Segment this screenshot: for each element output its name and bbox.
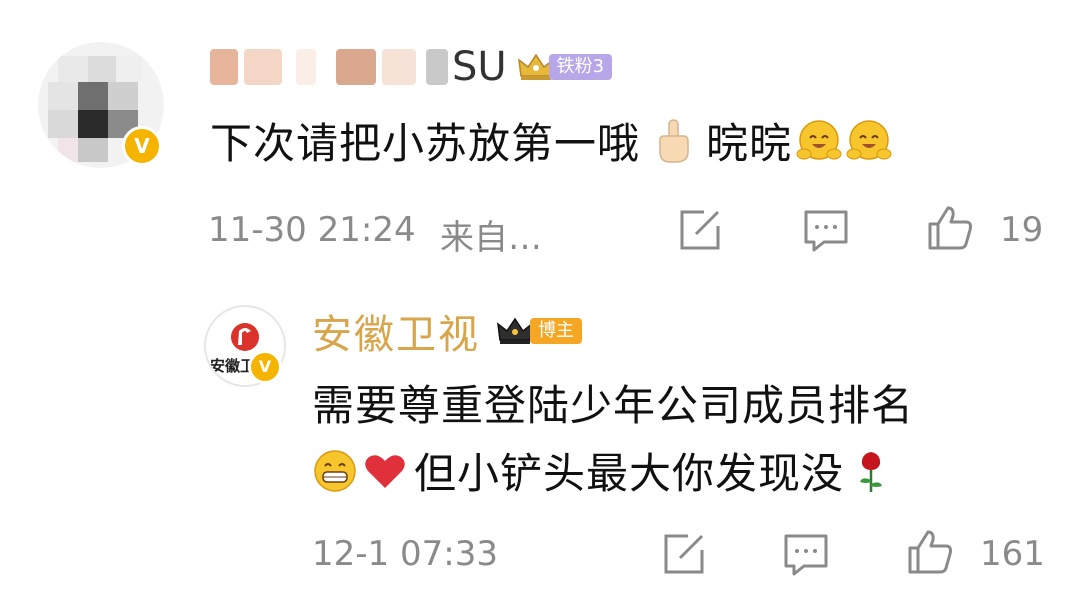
comment-icon[interactable] [802,206,850,254]
fan-badge[interactable]: 铁粉3 [517,52,613,82]
blogger-badge-label: 博主 [530,318,582,344]
reply-text-line2: 但小铲头最大你发现没 [414,449,845,498]
reply-like-count: 161 [980,534,1045,574]
thumbs-up-icon[interactable] [906,528,954,576]
hugging-face-icon [846,119,892,160]
comment-icon[interactable] [782,530,830,578]
fan-badge-label: 铁粉3 [548,54,613,80]
comment-text-suffix: 晥晥 [706,119,793,168]
reply-text-line1: 需要尊重登陆少年公司成员排名 [312,381,915,430]
commenter-name[interactable]: SU 铁粉3 [210,42,613,92]
grinning-face-icon [314,449,356,492]
repost-icon[interactable] [660,530,708,578]
reply-user[interactable]: 安徽卫视 博主 [312,303,582,359]
rose-icon [860,451,883,492]
reply-user-name[interactable]: 安徽卫视 [312,302,480,360]
thumbs-up-icon[interactable] [926,204,974,252]
pointing-up-hand-icon [659,118,689,163]
repost-icon[interactable] [676,206,724,254]
reply-timestamp: 12-1 07:33 [312,534,498,574]
comment-text: 下次请把小苏放第一哦 晥晥 [210,110,892,171]
reply-text-line2-row: 但小铲头最大你发现没 [312,440,894,501]
red-heart-icon [365,454,405,488]
verified-badge-icon: V [122,126,162,166]
comment-timestamp: 11-30 21:24 [208,210,416,250]
comment-text-main: 下次请把小苏放第一哦 [210,119,641,168]
commenter-name-suffix: SU [452,44,507,90]
verified-badge-icon: V [248,350,282,384]
comment-like-count: 19 [1000,210,1044,250]
comment-source[interactable]: 来自… [440,210,542,259]
hugging-face-icon [796,119,842,160]
blogger-badge[interactable]: 博主 [496,316,582,346]
crown-icon [497,317,533,344]
